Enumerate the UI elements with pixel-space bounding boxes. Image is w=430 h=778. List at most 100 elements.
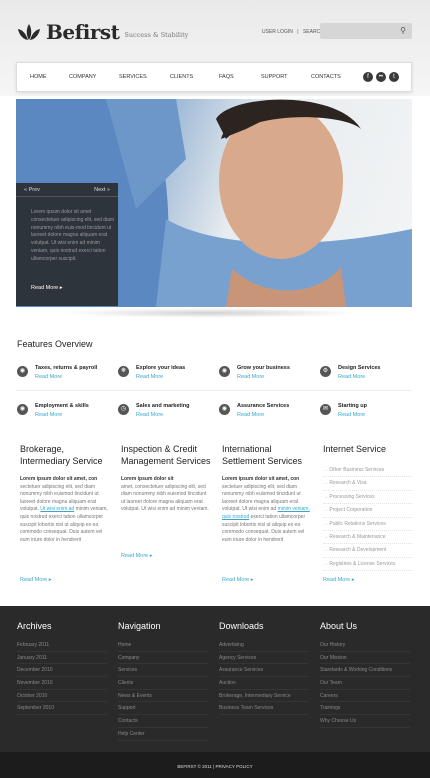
footer-column-title: Archives xyxy=(17,621,52,631)
footer-column-about: About Us Our History Our Mission Standar… xyxy=(320,621,410,728)
footer-link[interactable]: Auction xyxy=(219,677,309,690)
feature-read-more-link[interactable]: Read More xyxy=(237,374,264,380)
footer-link[interactable]: October 2010 xyxy=(17,690,107,703)
top-links: USER LOGIN | SEARCH xyxy=(262,29,327,35)
feature-item: ◉ Employment & skills Read More xyxy=(17,403,113,425)
facebook-icon[interactable]: f xyxy=(363,72,373,82)
feature-item: ◉ Assurance Services Read More xyxy=(219,403,315,425)
nav-company[interactable]: COMPANY xyxy=(69,74,96,80)
footer-link[interactable]: Home xyxy=(118,639,208,652)
logo[interactable]: Befirst Success & Stability xyxy=(16,20,188,44)
footer-link[interactable]: Support xyxy=(118,702,208,716)
column-lead: Lorem ipsum dolor sit amet, con xyxy=(222,476,300,482)
feature-read-more-link[interactable]: Read More xyxy=(338,412,365,418)
feature-title: Design Services xyxy=(338,365,381,371)
footer-link[interactable]: Clients xyxy=(118,677,208,690)
footer-column-title: Navigation xyxy=(118,621,161,631)
search-icon[interactable]: ⚲ xyxy=(400,26,406,35)
service-list-item[interactable]: Research & Development xyxy=(323,544,413,558)
service-list-item[interactable]: Public Relations Services xyxy=(323,518,413,531)
globe-icon: ◉ xyxy=(17,404,28,415)
read-more-label: Read More xyxy=(323,577,351,583)
search-input[interactable]: ⚲ xyxy=(320,23,412,39)
read-more-label: Read More xyxy=(20,577,48,583)
footer-link[interactable]: Assurance Services xyxy=(219,664,309,678)
footer-link[interactable]: Careers xyxy=(320,690,410,703)
feature-read-more-link[interactable]: Read More xyxy=(35,374,62,380)
gear-icon: ⚙ xyxy=(320,366,331,377)
footer-link[interactable]: November 2010 xyxy=(17,677,107,690)
features-title: Features Overview xyxy=(17,339,93,349)
footer-link[interactable]: December 2010 xyxy=(17,664,107,678)
footer-link[interactable]: Agency Services xyxy=(219,652,309,665)
footer-link[interactable]: Standards & Working Conditions xyxy=(320,664,410,678)
slider-prev-button[interactable]: « Prev xyxy=(24,187,40,193)
footer-link[interactable]: Why Choose Us xyxy=(320,715,410,728)
column-lead: Lorem ipsum dolor sit amet, con xyxy=(20,476,98,482)
footer-link[interactable]: Our History xyxy=(320,639,410,652)
feature-title: Employment & skills xyxy=(35,403,89,409)
footer-link[interactable]: Business Team Services xyxy=(219,702,309,716)
footer-column-downloads: Downloads Advertising Agency Services As… xyxy=(219,621,309,716)
read-more-label: Read More xyxy=(222,577,250,583)
nav-faqs[interactable]: FAQS xyxy=(219,74,234,80)
feature-read-more-link[interactable]: Read More xyxy=(237,412,264,418)
column-read-more-link[interactable]: Read More ▸ xyxy=(222,577,254,583)
feature-read-more-link[interactable]: Read More xyxy=(136,412,163,418)
feature-item: ◷ Sales and marketing Read More xyxy=(118,403,214,425)
service-list-item[interactable]: Registries & License Services xyxy=(323,558,413,572)
feature-read-more-link[interactable]: Read More xyxy=(136,374,163,380)
feature-item: ◉ Grow your business Read More xyxy=(219,365,315,387)
feature-title: Sales and marketing xyxy=(136,403,190,409)
nav-services[interactable]: SERVICES xyxy=(119,74,147,80)
column-read-more-link[interactable]: Read More ▸ xyxy=(20,577,52,583)
footer-link[interactable]: Our Mission xyxy=(320,652,410,665)
feature-read-more-link[interactable]: Read More xyxy=(338,374,365,380)
flickr-icon[interactable]: •• xyxy=(376,72,386,82)
nav-support[interactable]: SUPPORT xyxy=(261,74,288,80)
footer-link[interactable]: Trainings xyxy=(320,702,410,716)
column-read-more-link[interactable]: Read More ▸ xyxy=(323,577,355,583)
footer-link[interactable]: September 2010 xyxy=(17,702,107,716)
nav-contacts[interactable]: CONTACTS xyxy=(311,74,341,80)
service-list-item[interactable]: Research & Visa xyxy=(323,477,413,491)
footer-link[interactable]: Contacts xyxy=(118,715,208,728)
hero-caption-panel: « Prev Next » Lorem ipsum dolor sit amet… xyxy=(16,183,118,306)
feature-read-more-link[interactable]: Read More xyxy=(35,412,62,418)
column-title: International Settlement Services xyxy=(222,444,303,466)
slider-next-button[interactable]: Next » xyxy=(94,187,110,193)
footer-link[interactable]: February 2011 xyxy=(17,639,107,652)
footer-link[interactable]: Company xyxy=(118,652,208,665)
footer-link[interactable]: Our Team xyxy=(320,677,410,690)
user-login-link[interactable]: USER LOGIN xyxy=(262,29,293,35)
top-links-divider: | xyxy=(297,29,299,35)
footer-link[interactable]: January 2011 xyxy=(17,652,107,665)
feature-title: Assurance Services xyxy=(237,403,290,409)
column-read-more-link[interactable]: Read More ▸ xyxy=(121,553,153,559)
service-list-item[interactable]: Other Business Services xyxy=(323,464,413,478)
brand-tagline: Success & Stability xyxy=(124,31,189,39)
service-list-item[interactable]: Research & Maintenance xyxy=(323,531,413,545)
service-list: Other Business Services Research & Visa … xyxy=(323,464,413,572)
nav-clients[interactable]: CLIENTS xyxy=(170,74,193,80)
footer-link[interactable]: News & Events xyxy=(118,690,208,703)
footer-link[interactable]: Help Center xyxy=(118,728,208,741)
globe-icon: ◉ xyxy=(219,366,230,377)
nav-home[interactable]: HOME xyxy=(30,74,47,80)
footer-link[interactable]: Brokerage, Intermediary Service xyxy=(219,690,309,703)
read-more-label: Read More xyxy=(121,553,149,559)
service-list-item[interactable]: Project Corporation xyxy=(323,504,413,518)
footer-link[interactable]: Advertising xyxy=(219,639,309,652)
column-lead: Lorem ipsum dolor sit xyxy=(121,476,174,482)
column-title: Inspection & Credit Management Services xyxy=(121,444,211,466)
hero-read-more-link[interactable]: Read More ▸ xyxy=(31,285,63,291)
slider-nav: « Prev Next » xyxy=(16,183,118,197)
footer-column-navigation: Navigation Home Company Services Clients… xyxy=(118,621,208,741)
twitter-icon[interactable]: t xyxy=(389,72,399,82)
hero-shadow xyxy=(60,308,360,318)
copyright-text[interactable]: BEFIRST © 2011 | PRIVACY POLICY xyxy=(0,764,430,769)
clock-icon: ◷ xyxy=(118,404,129,415)
footer-link[interactable]: Services xyxy=(118,664,208,678)
column-inline-link[interactable]: Ut wisi enim ad xyxy=(40,506,74,512)
service-list-item[interactable]: Processing Services xyxy=(323,491,413,505)
